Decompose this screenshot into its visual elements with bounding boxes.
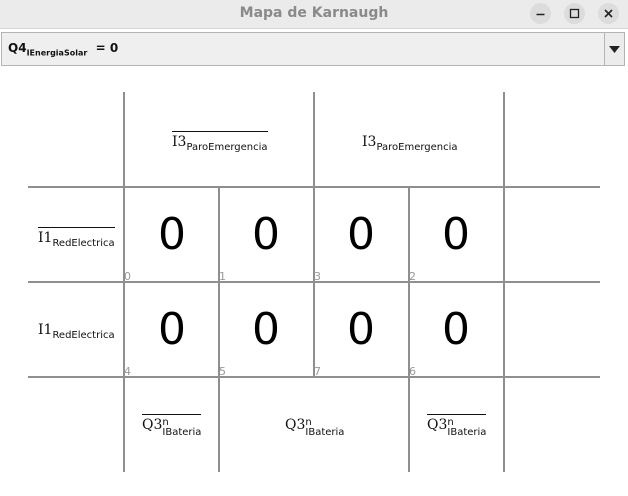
kmap-cell-value[interactable]: 0 (409, 210, 503, 260)
bottom-header-var: Q3 (142, 417, 163, 433)
bottom-header-var: Q3 (427, 417, 448, 433)
kmap-cell-index: 0 (124, 270, 131, 283)
kmap-cell-index: 5 (219, 365, 226, 378)
grid-line (503, 92, 505, 472)
kmap-cell-index: 7 (314, 365, 321, 378)
bottom-header-sub: IBateria (162, 427, 202, 438)
col-header-var: I3 (172, 134, 187, 150)
col-header-sub: ParoEmergencia (186, 142, 268, 153)
row-header-var: I1 (38, 322, 53, 338)
col-header-sub: ParoEmergencia (376, 142, 458, 153)
kmap-cell-value[interactable]: 0 (314, 305, 408, 355)
bottom-header-q3: Q3 n IBateria (285, 417, 344, 438)
kmap-cell-index: 1 (219, 270, 226, 283)
col-header-not-i3: I3ParoEmergencia (172, 131, 268, 153)
kmap-cell-index: 6 (409, 365, 416, 378)
row-header-sub: RedElectrica (52, 238, 115, 249)
row-header-sub: RedElectrica (52, 330, 115, 341)
bottom-header-sub: IBateria (305, 427, 345, 438)
col-header-i3: I3ParoEmergencia (362, 134, 458, 153)
kmap-cell-value[interactable]: 0 (125, 210, 219, 260)
kmap-cell-index: 4 (124, 365, 131, 378)
kmap-cell-index: 3 (314, 270, 321, 283)
kmap-cell-value[interactable]: 0 (409, 305, 503, 355)
col-header-var: I3 (362, 134, 377, 150)
bottom-header-var: Q3 (285, 417, 306, 433)
kmap-cell-value[interactable]: 0 (219, 210, 313, 260)
karnaugh-map: I3ParoEmergencia I3ParoEmergencia I1RedE… (0, 0, 628, 496)
row-header-not-i1: I1RedElectrica (38, 227, 115, 249)
bottom-header-not-q3-right: Q3 n IBateria (427, 414, 487, 438)
kmap-cell-value[interactable]: 0 (314, 210, 408, 260)
bottom-header-not-q3-left: Q3 n IBateria (142, 414, 202, 438)
row-header-i1: I1RedElectrica (38, 322, 115, 341)
row-header-var: I1 (38, 230, 53, 246)
kmap-cell-value[interactable]: 0 (125, 305, 219, 355)
kmap-cell-value[interactable]: 0 (219, 305, 313, 355)
bottom-header-sub: IBateria (447, 427, 487, 438)
kmap-cell-index: 2 (409, 270, 416, 283)
